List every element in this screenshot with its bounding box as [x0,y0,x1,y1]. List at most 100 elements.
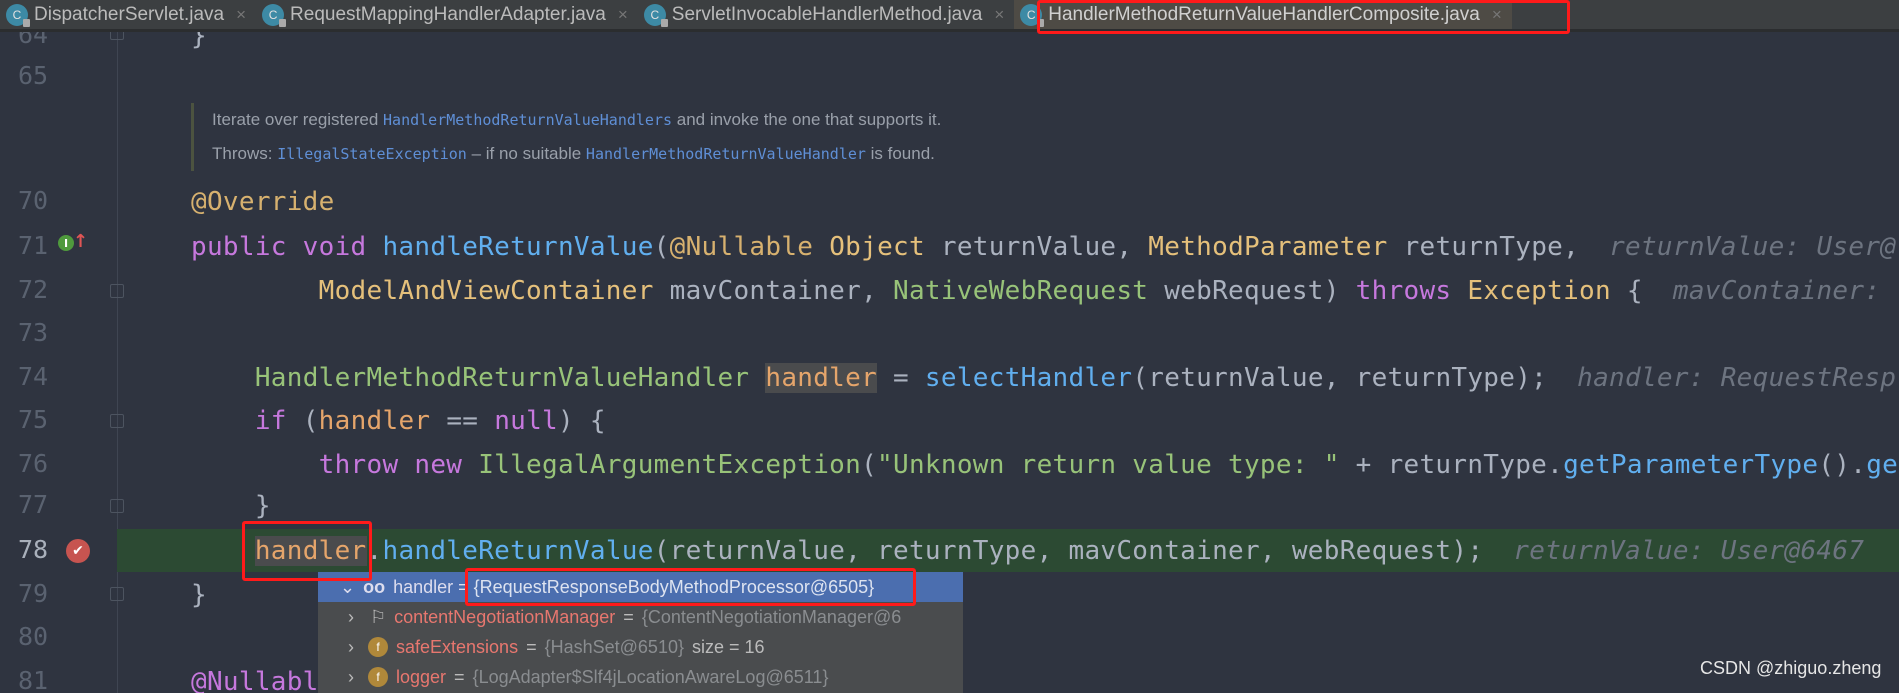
code-token: @Nullabl [191,667,319,693]
close-icon[interactable]: × [618,5,628,25]
fold-marker[interactable] [110,499,124,513]
line-number: 73 [18,318,49,347]
tab-label: RequestMappingHandlerAdapter.java [290,3,606,25]
line-number: 76 [18,449,49,478]
tree-node-handler[interactable]: ⌄ oo handler = {RequestResponseBodyMetho… [318,572,963,602]
tab-servletinvocablehandlermethod[interactable]: C ServletInvocableHandlerMethod.java × [638,0,1014,29]
code-token: Exception [1467,276,1611,306]
code-line[interactable]: } [191,32,207,58]
code-token: ) { [558,406,606,436]
code-token: if [254,406,287,436]
tab-dispatcherservlet[interactable]: C DispatcherServlet.java × [0,0,256,29]
code-line[interactable]: @Nullabl [191,660,319,693]
code-token: } [191,491,271,521]
line-number: 74 [18,362,49,391]
tab-label: DispatcherServlet.java [34,3,225,25]
close-icon[interactable]: × [994,5,1004,25]
code-token: NativeWebRequest [892,276,1149,306]
fold-marker[interactable] [110,32,124,40]
line-number: 70 [18,186,49,215]
close-icon[interactable]: × [236,5,246,25]
tab-requestmappinghandleradapter[interactable]: C RequestMappingHandlerAdapter.java × [256,0,638,29]
line-number: 75 [18,405,49,434]
java-class-icon: C [262,3,287,27]
code-line[interactable]: } [191,573,207,617]
tree-node-safeextensions[interactable]: › f safeExtensions = {HashSet@6510} size = … [318,632,963,662]
code-token: (returnValue, returnType, mavContainer, … [653,536,1484,566]
tree-node-logger[interactable]: › f logger = {LogAdapter$Slf4jLocationAwar… [318,662,963,692]
code-token: @Override [191,187,335,217]
doc-link[interactable]: HandlerMethodReturnValueHandlers [383,111,672,129]
code-token: handler [318,406,431,436]
equals-sign: = [526,636,537,657]
fold-marker[interactable] [110,414,124,428]
line-number: 71 [18,231,49,260]
doc-link[interactable]: HandlerMethodReturnValueHandler [586,145,866,163]
line-number: 65 [18,61,49,90]
code-token: == [430,406,495,436]
line-number: 64 [18,32,49,49]
code-token: Object [829,232,925,262]
chevron-down-icon[interactable]: ⌄ [340,577,355,598]
inline-debug-hint: mavContainer: [1672,276,1897,306]
tab-label: HandlerMethodReturnValueHandlerComposite… [1048,3,1480,25]
fold-marker[interactable] [110,587,124,601]
doc-text: and invoke the one that supports it. [672,110,942,129]
chevron-right-icon[interactable]: › [348,667,354,688]
field-icon: f [368,637,388,657]
code-token: } [191,580,207,610]
code-line[interactable]: public void handleReturnValue(@Nullable … [191,225,1896,269]
java-class-icon: C [643,3,668,27]
code-token: ( [286,406,319,436]
code-token: ( [861,450,878,480]
field-icon: f [368,667,388,687]
chevron-right-icon[interactable]: › [348,607,354,628]
doc-text: Throws: [212,144,278,163]
equals-sign: = [454,666,465,687]
watermark: CSDN @zhiguo.zheng [1700,658,1882,678]
implements-method-icon[interactable]: I ↑ [58,231,88,255]
code-token: @Nullable [669,232,814,262]
tab-handlermethodreturnvaluehandlercomposite[interactable]: C HandlerMethodReturnValueHandlerComposit… [1014,0,1512,29]
variable-value: {RequestResponseBodyMethodProcessor@6505… [473,576,875,597]
line-number: 79 [18,579,49,608]
equals-sign: = [453,576,474,597]
code-token: ge [1866,450,1899,480]
code-token: handleReturnValue [382,232,654,262]
variable-name: handler [393,576,454,597]
code-line[interactable]: ModelAndViewContainer mavContainer, Nati… [191,269,1896,313]
code-token: . [366,536,383,566]
field-value: {ContentNegotiationManager@6 [641,606,902,627]
code-token: IllegalArgumentException [478,450,862,480]
line-number: 77 [18,490,49,519]
breakpoint-icon[interactable]: ✔ [66,539,90,563]
code-token: handleReturnValue [382,536,654,566]
field-value: {LogAdapter$Slf4jLocationAwareLog@6511} [472,666,829,687]
code-token: } [191,32,207,51]
code-token: ModelAndViewContainer [318,276,654,306]
doc-text: – if no suitable [466,144,586,163]
code-token: throw new [318,450,479,480]
field-name: logger [396,666,447,687]
code-line[interactable]: throw new IllegalArgumentException("Unkn… [191,443,1898,487]
code-token: returnValue, [924,232,1149,262]
doc-link[interactable]: IllegalStateException [277,145,467,163]
line-number: 80 [18,622,49,651]
code-line[interactable]: @Override [191,180,335,224]
line-number: 78 [18,535,49,564]
code-token: selectHandler [924,363,1133,393]
code-line[interactable]: HandlerMethodReturnValueHandler handler … [191,356,1896,400]
editor-tab-bar: C DispatcherServlet.java × C RequestMapping… [0,0,1899,32]
close-icon[interactable]: × [1492,5,1502,25]
tree-node-contentnegotiationmanager[interactable]: › ⚐ contentNegotiationManager = {ContentNe… [318,602,963,632]
code-line[interactable]: if (handler == null) { [191,399,606,443]
fold-marker[interactable] [110,284,124,298]
code-line[interactable]: handler.handleReturnValue(returnValue, r… [191,529,1864,573]
field-value: {HashSet@6510} [544,636,684,657]
code-line[interactable]: } [191,484,271,528]
chevron-right-icon[interactable]: › [348,637,354,658]
